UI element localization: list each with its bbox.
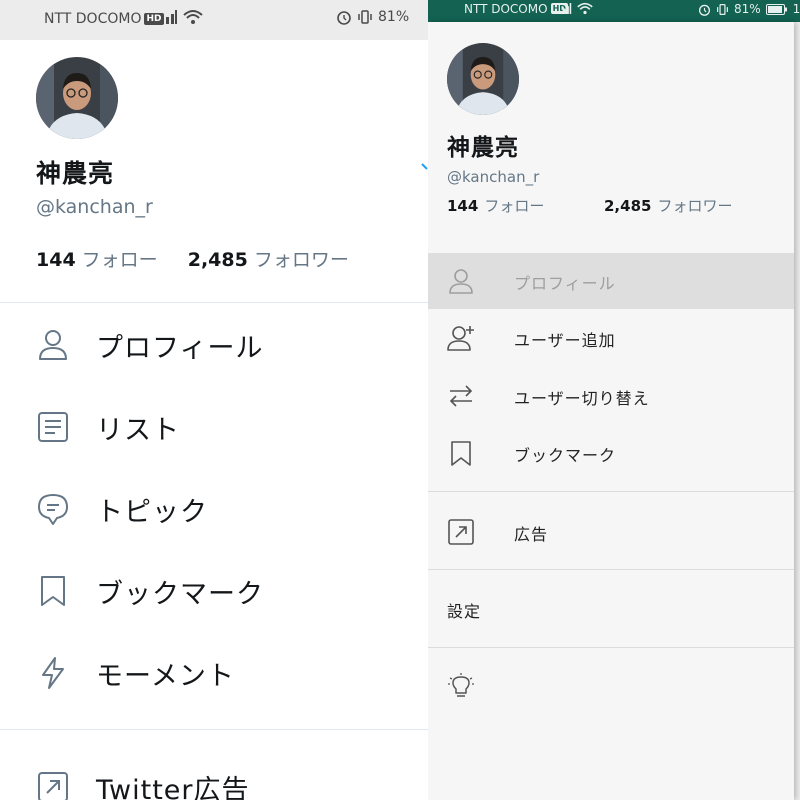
vibrate-icon — [717, 3, 728, 15]
external-link-icon — [448, 519, 474, 545]
vibrate-icon — [358, 10, 372, 24]
lightning-icon — [42, 657, 64, 689]
followers-link[interactable]: 2,485 フォロワー — [188, 249, 349, 271]
carrier-label: NTT DOCOMO HD — [44, 11, 164, 27]
menu-item-bookmarks[interactable]: ブックマーク — [428, 425, 794, 481]
background-content — [794, 22, 800, 800]
status-right-icons: 81% — [336, 9, 409, 25]
menu-item-ads[interactable]: 広告 — [428, 504, 794, 560]
carrier-label: NTT DOCOMO HD — [464, 2, 568, 16]
profile-handle: @kanchan_r — [447, 168, 540, 186]
menu-item-label: ユーザー切り替え — [514, 389, 650, 408]
profile-name: 神農亮 — [447, 135, 519, 161]
list-icon — [38, 412, 68, 442]
menu-item-bookmarks[interactable]: ブックマーク — [0, 560, 428, 620]
person-icon — [449, 269, 473, 294]
menu-item-label: ブックマーク — [96, 579, 264, 610]
divider — [0, 729, 428, 730]
menu-item-label: ブックマーク — [514, 446, 617, 465]
add-user-icon — [447, 326, 474, 351]
wifi-icon — [577, 2, 593, 15]
menu-item-lists[interactable]: リスト — [0, 396, 428, 456]
divider — [428, 569, 794, 570]
battery-percent: 81% — [734, 2, 761, 16]
switch-arrows-icon — [449, 385, 473, 407]
menu-item-label: プロフィール — [96, 333, 264, 364]
profile-name: 神農亮 — [36, 159, 115, 188]
menu-item-add-user[interactable]: ユーザー追加 — [428, 310, 794, 366]
right-screen: NTT DOCOMOHD 81% 16 神農 — [428, 0, 800, 800]
chevron-icon[interactable] — [420, 162, 428, 176]
menu-item-label: リスト — [96, 415, 180, 446]
menu-item-label: プロフィール — [514, 274, 616, 293]
lightbulb-icon — [448, 673, 474, 697]
person-icon — [39, 330, 67, 360]
follow-stats: 144 フォロー 2,485 フォロワー — [36, 245, 349, 272]
menu-item-topics[interactable]: トピック — [0, 478, 428, 538]
following-link[interactable]: 144 フォロー — [36, 249, 158, 271]
status-right-icons: 81% 16 — [698, 2, 800, 16]
signal-wifi-icons — [558, 2, 593, 15]
bookmark-icon — [451, 441, 471, 466]
external-link-icon — [38, 772, 68, 800]
navigation-drawer: 神農亮 @kanchan_r 144 フォロー 2,485 フォロワー プロフィール… — [428, 22, 794, 800]
menu-item-label: 設定 — [447, 602, 482, 621]
signal-wifi-icons — [160, 9, 203, 25]
avatar[interactable] — [36, 57, 118, 139]
wifi-icon — [183, 10, 203, 24]
battery-icon — [765, 3, 787, 15]
menu-item-label: ユーザー追加 — [514, 331, 616, 350]
divider — [428, 647, 794, 648]
battery-percent: 81% — [378, 9, 410, 25]
menu-item-label: Twitter広告 — [96, 775, 250, 800]
menu-item-moments[interactable]: モーメント — [0, 642, 428, 702]
menu-item-switch-user[interactable]: ユーザー切り替え — [428, 368, 794, 424]
menu-item-label: モーメント — [96, 661, 235, 692]
follow-stats: 144 フォロー 2,485 フォロワー — [447, 195, 787, 216]
help-center-button[interactable] — [428, 658, 794, 714]
divider — [428, 491, 794, 492]
alarm-icon — [698, 4, 711, 16]
left-screen: NTT DOCOMO HD 81% 神農亮 @kanchan_r 144 フォロー … — [0, 0, 428, 800]
menu-item-settings[interactable]: 設定 — [428, 581, 794, 637]
signal-icon — [558, 3, 572, 14]
menu-item-label: 広告 — [514, 525, 549, 544]
alarm-icon — [337, 11, 351, 25]
status-bar: NTT DOCOMOHD 81% 16 — [428, 0, 800, 22]
avatar[interactable] — [447, 43, 519, 115]
bookmark-icon — [41, 576, 65, 606]
menu-item-twitter-ads[interactable]: Twitter広告 — [0, 756, 428, 800]
following-link[interactable]: 144 フォロー — [447, 197, 544, 215]
clock-partial: 16 — [792, 2, 800, 16]
menu-item-label: トピック — [96, 497, 208, 528]
menu-item-profile[interactable]: プロフィール — [428, 253, 794, 309]
profile-handle: @kanchan_r — [36, 196, 153, 218]
followers-link[interactable]: 2,485 フォロワー — [604, 195, 732, 216]
menu-item-profile[interactable]: プロフィール — [0, 314, 428, 374]
status-bar: NTT DOCOMO HD 81% — [0, 0, 428, 40]
topic-icon — [38, 494, 68, 525]
signal-icon — [161, 10, 177, 24]
divider — [0, 302, 428, 303]
